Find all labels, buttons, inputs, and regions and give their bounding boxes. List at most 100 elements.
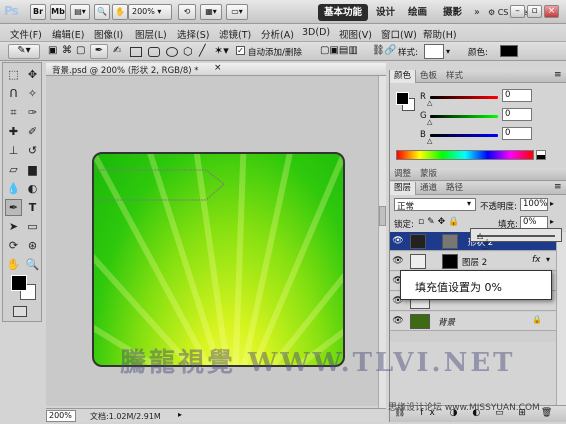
layer-row-background[interactable]: 👁 背景 🔒 (390, 312, 556, 331)
blue-value-field[interactable]: 0 (502, 127, 532, 140)
polygon-shape-icon[interactable]: ⬡ (183, 45, 193, 58)
link-icon[interactable]: ⛓ (372, 45, 385, 56)
pen-tool-selected-icon[interactable]: ✒ (5, 199, 22, 216)
layer-row-layer2[interactable]: 👁 图层 2 fx ▾ (390, 252, 556, 271)
lock-options-icons[interactable]: ▫✎✥🔒 (418, 217, 462, 227)
expand-effects-icon[interactable]: ▾ (546, 255, 550, 264)
workspace-painting[interactable]: 绘画 (408, 4, 427, 21)
lock-style-icon[interactable]: 🔗 (384, 45, 396, 56)
workspace-photography[interactable]: 摄影 (443, 4, 462, 21)
rectangle-shape-icon[interactable] (130, 47, 142, 57)
magic-wand-tool-icon[interactable]: ✧ (24, 85, 41, 102)
stamp-tool-icon[interactable]: ⊥ (5, 142, 22, 159)
zoom-tool-icon-2[interactable]: 🔍 (24, 256, 41, 273)
document-tab[interactable]: 背景.psd @ 200% (形状 2, RGB/8) * × (46, 63, 386, 76)
black-white-ramp[interactable] (536, 150, 546, 160)
minimize-button[interactable]: – (510, 5, 525, 18)
hand-tool-icon[interactable]: ✋ (112, 4, 128, 20)
blue-slider-track[interactable] (430, 134, 498, 137)
ellipse-shape-icon[interactable] (166, 47, 178, 57)
menu-select[interactable]: 选择(S) (177, 27, 209, 41)
custom-shape-icon[interactable]: ✶▾ (214, 44, 229, 57)
menu-3d[interactable]: 3D(D) (302, 27, 330, 38)
fill-arrow-icon[interactable]: ▸ (550, 217, 554, 226)
panel-menu-icon[interactable]: ≡ (554, 70, 562, 80)
auto-add-delete-checkbox[interactable]: ✓ (236, 46, 245, 55)
mini-bridge-button[interactable]: Mb (50, 4, 66, 20)
menu-view[interactable]: 视图(V) (339, 27, 372, 41)
workspace-design[interactable]: 设计 (376, 4, 395, 21)
arrange-documents-button[interactable]: ▦▾ (200, 4, 222, 20)
tab-adjustments[interactable]: 调整 (390, 168, 415, 181)
brush-tool-icon[interactable]: ✐ (24, 123, 41, 140)
bridge-button[interactable]: Br (30, 4, 46, 20)
color-spectrum-bar[interactable] (396, 150, 534, 160)
scroll-thumb[interactable] (379, 206, 386, 226)
menu-file[interactable]: 文件(F) (10, 27, 42, 41)
chevron-down-icon[interactable]: ▾ (446, 47, 450, 56)
line-shape-icon[interactable]: ╱ (199, 44, 206, 57)
rectangle-tool-icon[interactable]: ▭ (24, 218, 41, 235)
tab-color[interactable]: 颜色 (390, 70, 417, 83)
menu-image[interactable]: 图像(I) (94, 27, 123, 41)
tab-layers[interactable]: 图层 (390, 182, 417, 195)
layer-name[interactable]: 图层 2 (462, 256, 487, 268)
eye-icon[interactable]: 👁 (392, 316, 404, 327)
style-picker[interactable] (424, 44, 444, 59)
zoom-field[interactable]: 200% (46, 410, 76, 422)
marquee-tool-icon[interactable]: ⬚ (5, 66, 22, 83)
crop-tool-icon[interactable]: ⌗ (5, 104, 22, 121)
close-document-icon[interactable]: × (214, 63, 222, 73)
lasso-tool-icon[interactable]: ᑎ (5, 85, 22, 102)
workspace-essentials[interactable]: 基本功能 (318, 4, 369, 21)
tab-paths[interactable]: 路径 (442, 182, 467, 195)
opacity-field[interactable]: 100% (520, 198, 548, 211)
menu-edit[interactable]: 编辑(E) (52, 27, 84, 41)
eyedropper-tool-icon[interactable]: ✑ (24, 104, 41, 121)
fill-pixels-icon[interactable]: ▢ (76, 45, 85, 56)
view-extras-button[interactable]: ▤▾ (70, 4, 90, 20)
more-workspaces-button[interactable]: » (474, 4, 480, 21)
zoom-tool-icon[interactable]: 🔍 (94, 4, 110, 20)
opacity-arrow-icon[interactable]: ▸ (550, 199, 554, 208)
pen-tool-icon[interactable]: ✒ (90, 44, 108, 59)
effects-icon[interactable]: fx (532, 255, 541, 265)
green-slider-track[interactable] (430, 115, 498, 118)
red-slider-handle-icon[interactable]: △ (427, 99, 432, 107)
blue-slider-handle-icon[interactable]: △ (427, 137, 432, 145)
layers-menu-icon[interactable]: ≡ (554, 182, 562, 192)
blend-mode-dropdown[interactable]: 正常 ▾ (394, 198, 476, 212)
tab-channels[interactable]: 通道 (416, 182, 441, 195)
foreground-color-swatch[interactable] (11, 275, 27, 291)
healing-brush-icon[interactable]: ✚ (5, 123, 22, 140)
green-slider-handle-icon[interactable]: △ (427, 118, 432, 126)
menu-window[interactable]: 窗口(W) (381, 27, 417, 41)
move-tool-icon[interactable]: ✥ (24, 66, 41, 83)
eraser-tool-icon[interactable]: ▱ (5, 161, 22, 178)
3d-orbit-icon[interactable]: ⊛ (24, 237, 41, 254)
3d-rotate-icon[interactable]: ⟳ (5, 237, 22, 254)
eye-icon[interactable]: 👁 (392, 256, 404, 267)
combine-icon[interactable]: ▢▣▤▥ (320, 45, 358, 56)
quick-mask-icon[interactable] (13, 306, 27, 317)
tab-swatches[interactable]: 色板 (416, 70, 441, 83)
paths-icon[interactable]: ⌘ (62, 45, 72, 56)
path-selection-icon[interactable]: ➤ (5, 218, 22, 235)
tool-preset-picker[interactable]: ✎▾ (8, 44, 40, 59)
green-value-field[interactable]: 0 (502, 108, 532, 121)
zoom-level-dropdown[interactable]: 200% ▾ (128, 4, 172, 20)
shape-color-swatch[interactable] (500, 45, 518, 57)
shape-layers-icon[interactable]: ▣ (48, 45, 57, 56)
rounded-rectangle-icon[interactable] (148, 47, 160, 57)
gradient-tool-icon[interactable]: ▆ (24, 161, 41, 178)
menu-layer[interactable]: 图层(L) (135, 27, 167, 41)
menu-analysis[interactable]: 分析(A) (261, 27, 294, 41)
type-tool-icon[interactable]: T (24, 199, 41, 216)
dodge-tool-icon[interactable]: ◐ (24, 180, 41, 197)
tab-styles[interactable]: 样式 (442, 70, 467, 83)
menu-filter[interactable]: 滤镜(T) (219, 27, 251, 41)
history-brush-icon[interactable]: ↺ (24, 142, 41, 159)
layers-scrollbar[interactable] (556, 232, 566, 412)
menu-help[interactable]: 帮助(H) (423, 27, 457, 41)
red-slider-track[interactable] (430, 96, 498, 99)
